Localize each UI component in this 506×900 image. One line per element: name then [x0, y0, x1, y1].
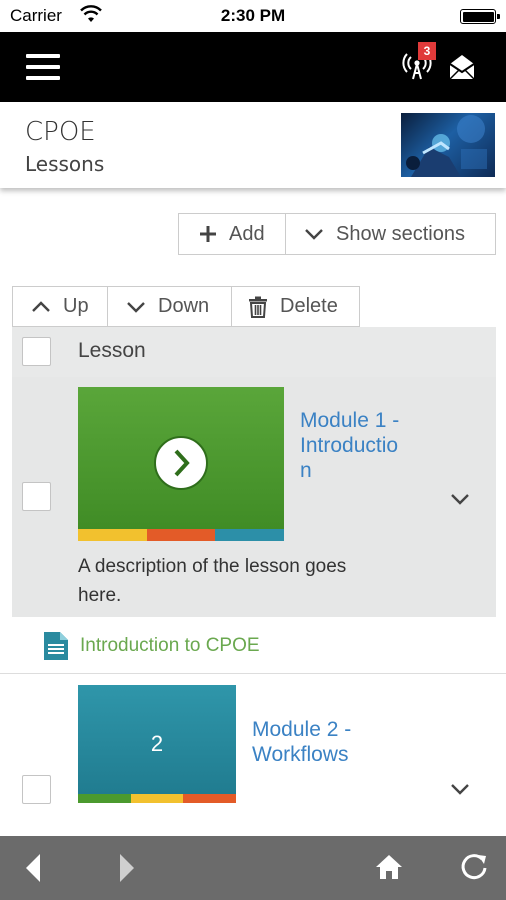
- chevron-up-icon: [32, 300, 50, 312]
- add-section-toolbar: Add Show sections: [178, 213, 496, 255]
- module-number: 2: [150, 731, 164, 756]
- refresh-icon[interactable]: [460, 853, 488, 881]
- section-item[interactable]: Introduction to CPOE: [0, 618, 506, 674]
- add-label: Add: [229, 222, 265, 245]
- forward-icon[interactable]: [118, 852, 136, 884]
- document-icon: [44, 632, 68, 660]
- lesson-row: 2 Module 2 - Workflows: [0, 675, 506, 835]
- chevron-down-icon: [305, 229, 323, 240]
- trash-icon: [249, 296, 267, 318]
- show-sections-button[interactable]: Show sections: [286, 214, 495, 254]
- expand-chevron-icon[interactable]: [450, 783, 470, 795]
- home-icon[interactable]: [375, 854, 403, 880]
- chevron-down-icon: [127, 301, 145, 313]
- down-button[interactable]: Down: [108, 287, 232, 326]
- add-button[interactable]: Add: [179, 214, 286, 254]
- notification-badge: 3: [418, 42, 436, 60]
- page-subtitle: Lessons: [25, 152, 105, 176]
- browser-toolbar: [0, 836, 506, 900]
- lesson-checkbox[interactable]: [22, 482, 51, 511]
- color-stripe: [78, 794, 236, 803]
- expand-chevron-icon[interactable]: [450, 493, 470, 505]
- battery-icon: [460, 9, 500, 24]
- lesson-title-link[interactable]: Module 2 - Workflows: [252, 717, 351, 767]
- play-arrow-icon[interactable]: [153, 435, 209, 491]
- page-title: CPOE: [25, 117, 96, 147]
- course-thumbnail: [401, 113, 495, 177]
- menu-icon[interactable]: [26, 54, 60, 80]
- lesson-image[interactable]: 2: [78, 685, 236, 803]
- color-stripe: [78, 529, 284, 541]
- top-nav: 3: [0, 32, 506, 102]
- plus-icon: [200, 226, 216, 242]
- lesson-checkbox[interactable]: [22, 775, 51, 804]
- list-header: Lesson: [12, 327, 496, 377]
- reorder-toolbar: Up Down Delete: [12, 286, 360, 327]
- clock: 2:30 PM: [220, 6, 286, 25]
- back-icon[interactable]: [24, 852, 42, 884]
- delete-label: Delete: [280, 295, 338, 317]
- down-label: Down: [158, 295, 210, 317]
- page-header: CPOE Lessons: [0, 102, 506, 188]
- up-label: Up: [63, 295, 89, 317]
- lesson-description: A description of the lesson goes here.: [78, 556, 347, 606]
- delete-button[interactable]: Delete: [232, 287, 359, 326]
- lesson-row: Module 1 - Introductio n A description o…: [12, 377, 496, 617]
- select-all-checkbox[interactable]: [22, 337, 51, 366]
- show-sections-label: Show sections: [336, 222, 465, 245]
- column-header-lesson: Lesson: [78, 339, 146, 362]
- section-item-label: Introduction to CPOE: [80, 635, 260, 656]
- lesson-image[interactable]: [78, 387, 284, 541]
- mail-icon[interactable]: [448, 53, 476, 81]
- up-button[interactable]: Up: [13, 287, 108, 326]
- lesson-title-link[interactable]: Module 1 - Introductio n: [300, 408, 399, 483]
- status-bar: Carrier 2:30 PM: [0, 0, 506, 32]
